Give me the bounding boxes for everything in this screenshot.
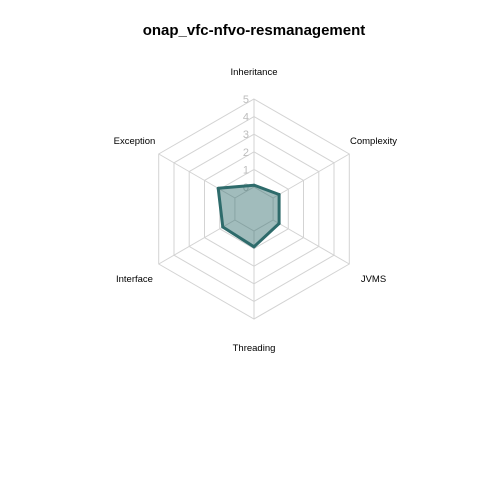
tick-label-5: 5 — [243, 94, 249, 106]
axis-label-exception: Exception — [114, 136, 156, 147]
data-point-jvms — [277, 222, 281, 226]
spoke-complexity — [272, 153, 350, 199]
axis-label-complexity: Complexity — [350, 136, 397, 147]
axis-label-jvms: JVMS — [361, 274, 386, 285]
series-area-0 — [216, 183, 281, 249]
tick-label-4: 4 — [243, 112, 249, 124]
tick-labels: 012345 — [243, 94, 249, 194]
data-point-threading — [252, 245, 256, 249]
axis-label-interface: Interface — [116, 274, 153, 285]
tick-label-3: 3 — [243, 129, 249, 141]
tick-label-2: 2 — [243, 147, 249, 159]
chart-title: onap_vfc-nfvo-resmanagement — [143, 22, 366, 39]
radar-chart: onap_vfc-nfvo-resmanagement 012345 Inher… — [114, 22, 398, 354]
axis-label-inheritance: Inheritance — [230, 67, 277, 78]
tick-label-1: 1 — [243, 164, 249, 176]
spoke-jvms — [272, 219, 350, 265]
data-point-complexity — [277, 192, 281, 196]
data-point-inheritance — [252, 183, 256, 187]
data-point-interface — [221, 225, 225, 229]
data-point-exception — [216, 186, 220, 190]
axis-label-threading: Threading — [233, 343, 276, 354]
